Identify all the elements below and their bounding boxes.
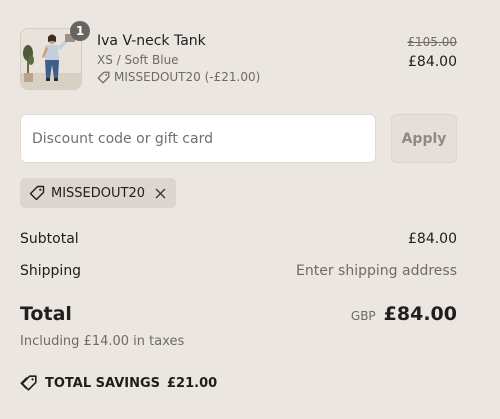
product-variant: XS / Soft Blue: [97, 53, 179, 67]
applied-discount-tag: MISSEDOUT20: [20, 178, 176, 208]
remove-discount-button[interactable]: [153, 186, 167, 200]
savings-tag-icon: [20, 375, 38, 391]
currency-code: GBP: [350, 309, 376, 323]
apply-button[interactable]: Apply: [391, 114, 457, 163]
total-amount: £84.00: [383, 303, 457, 325]
quantity-badge: 1: [70, 21, 90, 41]
applied-discount-code: MISSEDOUT20: [51, 185, 146, 201]
shipping-label: Shipping: [20, 263, 82, 279]
shipping-value: Enter shipping address: [296, 263, 457, 279]
tag-icon: [29, 185, 45, 201]
tag-icon: [97, 71, 110, 83]
product-discount-label: MISSEDOUT20 (-£21.00): [114, 70, 261, 84]
total-price: GBP £84.00: [351, 303, 457, 325]
product-name: Iva V-neck Tank: [97, 33, 206, 49]
total-savings: TOTAL SAVINGS £21.00: [20, 375, 217, 391]
total-savings-label: TOTAL SAVINGS: [45, 375, 161, 391]
total-label: Total: [20, 303, 72, 325]
compare-at-price: £105.00: [407, 35, 457, 49]
total-savings-amount: £21.00: [167, 375, 218, 391]
subtotal-value: £84.00: [408, 231, 457, 247]
tax-note: Including £14.00 in taxes: [20, 334, 185, 349]
cart-line-item: 1 Iva V-neck Tank XS / Soft Blue MISSEDO…: [20, 21, 457, 92]
product-discount: MISSEDOUT20 (-£21.00): [97, 70, 260, 84]
close-icon: [155, 188, 165, 198]
product-thumbnail-wrapper: 1: [20, 21, 90, 90]
subtotal-label: Subtotal: [20, 231, 79, 247]
discount-code-input[interactable]: [20, 114, 376, 163]
product-price: £84.00: [408, 54, 457, 70]
